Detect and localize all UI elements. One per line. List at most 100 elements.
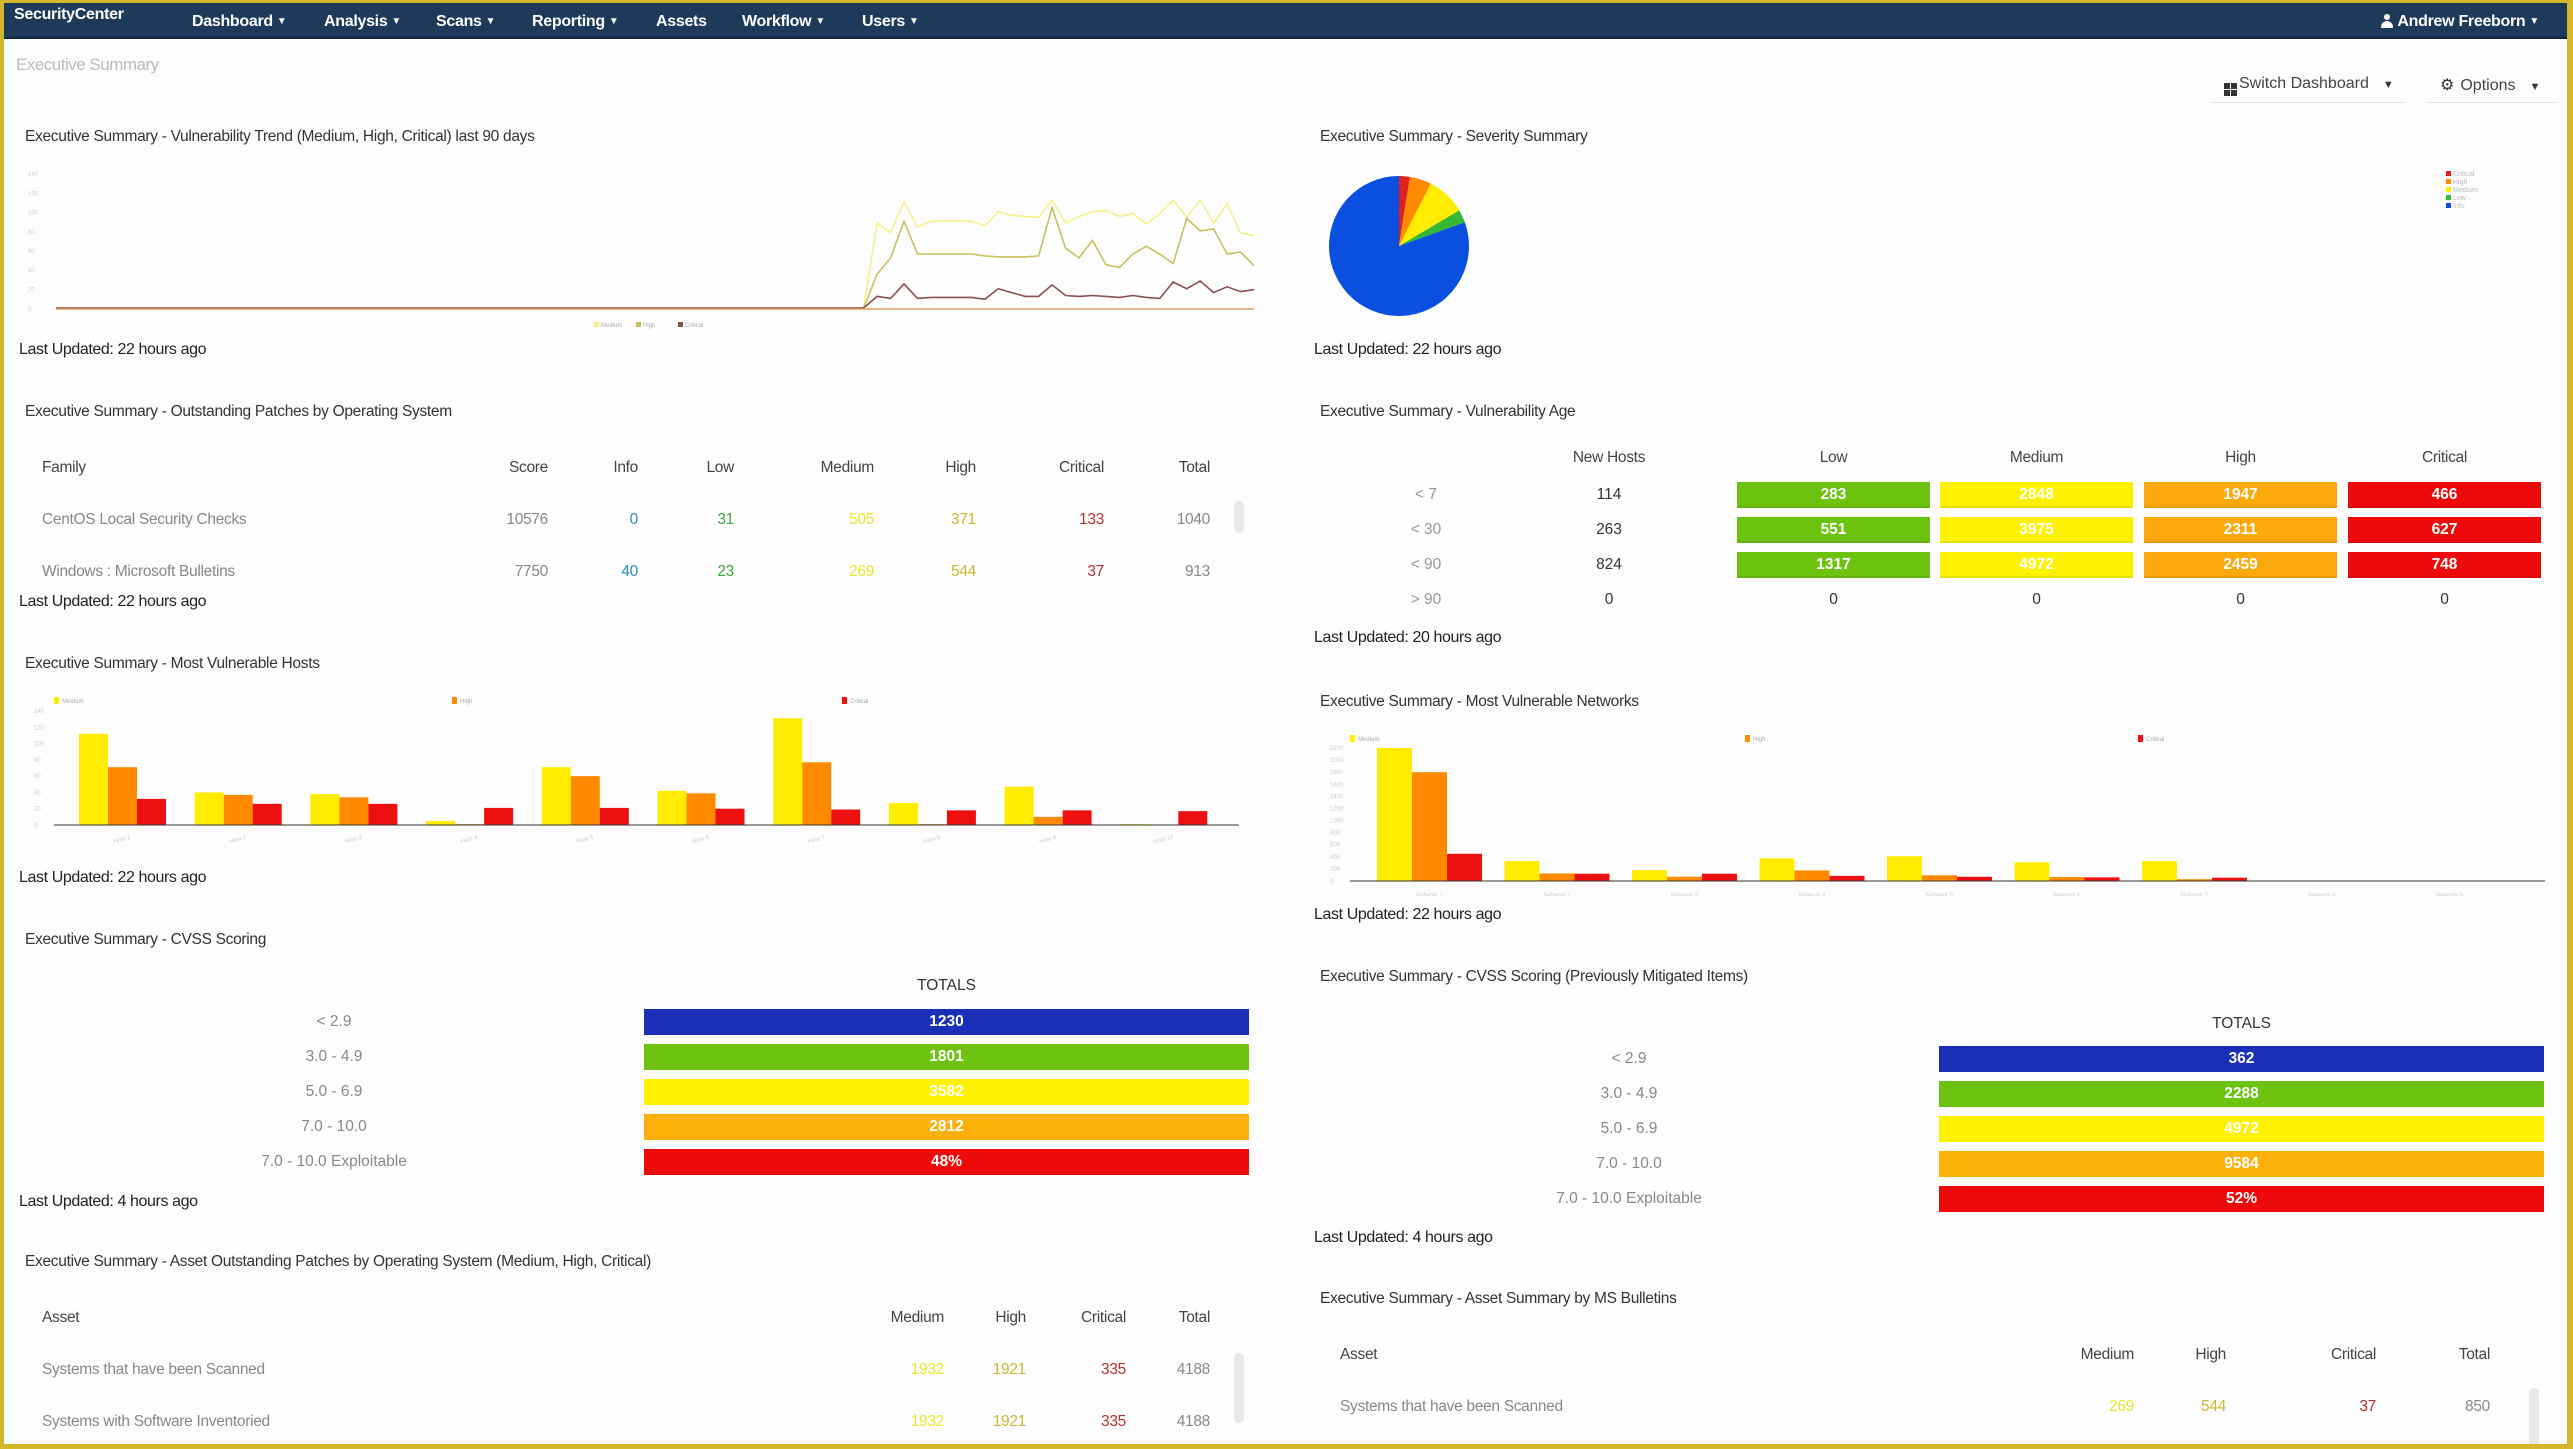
bar-critical — [1062, 810, 1092, 825]
bar-medium — [194, 792, 224, 825]
cvss-range-label: 7.0 - 10.0 — [301, 1118, 367, 1135]
cvss-total-bar[interactable]: 362 — [1939, 1046, 2544, 1072]
col-score[interactable]: Score — [484, 459, 548, 477]
col-family[interactable]: Family — [42, 459, 86, 477]
col-medium[interactable]: Medium — [864, 1309, 945, 1327]
cvss-total-bar[interactable]: 1801 — [644, 1044, 1249, 1070]
caret-down-icon: ▼ — [908, 16, 919, 27]
age-cell-critical: 0 — [2440, 591, 2449, 608]
age-cell-low[interactable]: 283 — [1737, 482, 1930, 508]
series-line-high — [56, 204, 1255, 309]
col-high[interactable]: High — [924, 459, 976, 477]
cell-asset: Systems that have been Scanned — [1340, 1398, 1563, 1415]
x-tick-label: Host 4 — [460, 835, 479, 845]
y-tick-label: 100 — [28, 211, 39, 217]
options-button[interactable]: ⚙ Options ▼ — [2428, 71, 2556, 103]
y-tick-label: 60 — [34, 774, 41, 780]
ms-bulletins-scrollbar[interactable] — [2529, 1388, 2539, 1444]
cvss-total-bar[interactable]: 1230 — [644, 1009, 1249, 1035]
cvss-total-bar[interactable]: 9584 — [1939, 1151, 2544, 1177]
age-cell-high[interactable]: 1947 — [2144, 482, 2337, 508]
y-tick-label: 140 — [34, 709, 45, 715]
col-low[interactable]: Low — [684, 459, 734, 477]
trend-last-updated: Last Updated: 22 hours ago — [19, 341, 207, 358]
x-tick-label: Network 3 — [1671, 893, 1699, 896]
col-total[interactable]: Total — [1154, 459, 1211, 477]
brand-logo[interactable]: SecurityCenter — [14, 6, 124, 24]
y-tick-label: 120 — [28, 191, 39, 197]
cell-total: 850 — [2465, 1398, 2490, 1415]
cvss-total-bar[interactable]: 4972 — [1939, 1116, 2544, 1142]
patches-scrollbar[interactable] — [1234, 501, 1244, 533]
nav-workflow[interactable]: Workflow ▼ — [742, 13, 825, 31]
col-high[interactable]: High — [2174, 1346, 2226, 1364]
cvss-total-bar[interactable]: 3582 — [644, 1079, 1249, 1105]
switch-dashboard-button[interactable]: Switch Dashboard ▼ — [2212, 71, 2404, 103]
legend-swatch — [2446, 171, 2451, 176]
age-cell-critical[interactable]: 627 — [2348, 517, 2541, 543]
age-cell-low[interactable]: 1317 — [1737, 552, 1930, 578]
bar-medium — [773, 718, 803, 825]
col-high[interactable]: High — [974, 1309, 1026, 1327]
age-cell-low[interactable]: 551 — [1737, 517, 1930, 543]
age-cell-critical[interactable]: 466 — [2348, 482, 2541, 508]
switch-dashboard-label: Switch Dashboard — [2239, 75, 2369, 92]
col-medium[interactable]: Medium — [2054, 1346, 2135, 1364]
col-asset[interactable]: Asset — [1340, 1346, 1378, 1364]
col-asset[interactable]: Asset — [42, 1309, 80, 1327]
age-cell-medium[interactable]: 4972 — [1940, 552, 2133, 578]
age-row-label: < 30 — [1410, 521, 1442, 538]
col-critical[interactable]: Critical — [2304, 1346, 2376, 1364]
nav-users[interactable]: Users ▼ — [862, 13, 919, 31]
nav-assets[interactable]: Assets — [656, 13, 707, 31]
x-tick-label: Host 2 — [229, 835, 248, 845]
bar-high — [1539, 873, 1575, 881]
legend-item: Medium — [2446, 187, 2478, 195]
nav-reporting[interactable]: Reporting ▼ — [532, 13, 619, 31]
age-cell-high[interactable]: 2311 — [2144, 517, 2337, 543]
col-critical[interactable]: Critical — [1054, 1309, 1126, 1327]
cvss-range-label: 7.0 - 10.0 Exploitable — [1556, 1190, 1702, 1207]
cvss-total-bar[interactable]: 52% — [1939, 1186, 2544, 1212]
nav-analysis[interactable]: Analysis ▼ — [324, 13, 401, 31]
cell-critical: 335 — [1101, 1413, 1126, 1430]
cvss-total-bar[interactable]: 48% — [644, 1149, 1249, 1175]
user-menu[interactable]: Andrew Freeborn ▼ — [2381, 13, 2539, 31]
col-critical[interactable]: Critical — [1034, 459, 1104, 477]
legend-label: Info — [2453, 203, 2465, 210]
cvss-range-label: < 2.9 — [316, 1013, 352, 1030]
legend-item: Info — [2446, 203, 2478, 211]
legend-label: High — [2453, 179, 2468, 186]
age-cell-medium[interactable]: 2848 — [1940, 482, 2133, 508]
cell-medium: 505 — [849, 511, 874, 528]
col-total[interactable]: Total — [1154, 1309, 1211, 1327]
asset-patches-scrollbar[interactable] — [1234, 1353, 1244, 1423]
age-cell-medium[interactable]: 3975 — [1940, 517, 2133, 543]
nav-scans[interactable]: Scans ▼ — [436, 13, 496, 31]
age-cell-high[interactable]: 2459 — [2144, 552, 2337, 578]
age-panel-title: Executive Summary - Vulnerability Age — [1320, 403, 1576, 420]
y-tick-label: 0 — [1330, 879, 1334, 885]
cell-total: 4188 — [1176, 1361, 1211, 1378]
col-total[interactable]: Total — [2434, 1346, 2491, 1364]
bar-high — [1667, 876, 1702, 881]
bar-medium — [79, 733, 108, 825]
age-col-header: Medium — [2009, 449, 2064, 466]
bar-medium — [1632, 870, 1667, 881]
y-tick-label: 1600 — [1330, 782, 1344, 788]
cvss-total-bar[interactable]: 2288 — [1939, 1081, 2544, 1107]
patches-last-updated: Last Updated: 22 hours ago — [19, 593, 207, 610]
cell-low: 31 — [717, 511, 734, 528]
bar-critical — [368, 803, 398, 825]
y-tick-label: 20 — [28, 288, 35, 294]
most-vulnerable-hosts-chart: 0 20 40 60 80 100 120 140 Medium High Critical Host… — [34, 697, 1239, 846]
nav-dashboard[interactable]: Dashboard ▼ — [192, 13, 287, 31]
cvss-total-bar[interactable]: 2812 — [644, 1114, 1249, 1140]
caret-down-icon: ▼ — [2382, 79, 2394, 91]
cell-score: 7750 — [514, 563, 549, 580]
caret-down-icon: ▼ — [815, 16, 825, 27]
top-navbar: SecurityCenter Dashboard ▼ Analysis ▼ Scan… — [4, 3, 2567, 39]
col-medium[interactable]: Medium — [794, 459, 875, 477]
col-info[interactable]: Info — [584, 459, 638, 477]
age-cell-critical[interactable]: 748 — [2348, 552, 2541, 578]
